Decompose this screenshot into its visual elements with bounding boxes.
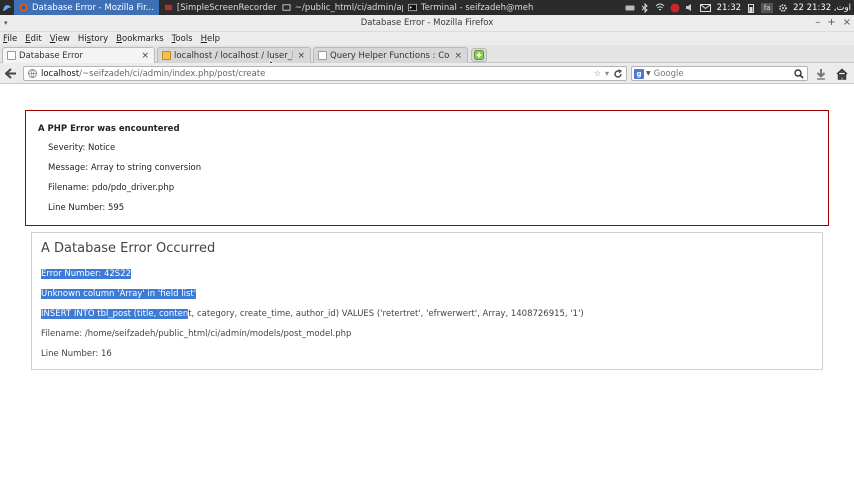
php-error-filename: Filename: pdo/pdo_driver.php bbox=[48, 183, 175, 193]
url-bar[interactable]: localhost/~seifzadeh/ci/admin/index.php/… bbox=[23, 66, 627, 81]
menu-tools[interactable]: Tools bbox=[172, 34, 193, 44]
record-icon[interactable] bbox=[670, 3, 680, 13]
window-title: Database Error - Mozilla Firefox bbox=[360, 18, 494, 28]
taskbar-item-firefox[interactable]: Database Error - Mozilla Fir... bbox=[14, 0, 159, 15]
search-bar[interactable]: g ▼ bbox=[631, 66, 808, 81]
menu-view[interactable]: View bbox=[50, 34, 70, 44]
page-icon bbox=[318, 51, 327, 60]
taskbar-item-label: ~/public_html/ci/admin/ap... bbox=[294, 2, 403, 13]
menu-bar: File Edit View History Bookmarks Tools H… bbox=[0, 32, 854, 45]
db-error-heading: A Database Error Occurred bbox=[41, 241, 216, 256]
taskbar-item-label: Terminal - seifzadeh@meh... bbox=[420, 2, 533, 13]
back-button[interactable] bbox=[4, 67, 18, 80]
home-button[interactable] bbox=[836, 68, 848, 80]
taskbar-item-screen-recorder[interactable]: [SimpleScreenRecorder] bbox=[159, 0, 277, 15]
window-menu-icon[interactable]: ▾ bbox=[4, 19, 8, 27]
tab-close-icon[interactable]: × bbox=[297, 51, 305, 61]
tab-strip: Database Error × localhost / localhost /… bbox=[0, 45, 854, 72]
db-error-filename: Filename: /home/seifzadeh/public_html/ci… bbox=[41, 329, 352, 339]
battery-icon[interactable] bbox=[746, 3, 756, 13]
taskbar-item-terminal[interactable]: Terminal - seifzadeh@meh... bbox=[403, 0, 533, 15]
tab-label: Database Error bbox=[19, 50, 83, 61]
google-engine-icon[interactable]: g bbox=[634, 68, 644, 79]
tab-phpmyadmin[interactable]: localhost / localhost / luser_blog... × bbox=[157, 47, 311, 63]
search-input[interactable] bbox=[653, 68, 784, 79]
minimize-icon[interactable]: – bbox=[815, 17, 820, 28]
mail-icon[interactable] bbox=[700, 3, 712, 13]
tab-query-helper[interactable]: Query Helper Functions : CodeI... × bbox=[313, 47, 468, 63]
keyboard-layout[interactable]: fa bbox=[761, 2, 774, 13]
php-error-line: Line Number: 595 bbox=[48, 203, 125, 213]
page-content: A PHP Error was encountered Severity: No… bbox=[0, 85, 854, 480]
taskbar-item-label: Database Error - Mozilla Fir... bbox=[32, 2, 154, 13]
database-error-box: A Database Error Occurred Error Number: … bbox=[31, 232, 823, 370]
menu-file[interactable]: File bbox=[3, 34, 17, 44]
phpmyadmin-icon bbox=[162, 51, 171, 60]
url-host: localhost bbox=[41, 68, 80, 79]
wifi-icon[interactable] bbox=[655, 3, 665, 13]
site-identity-icon bbox=[28, 69, 37, 78]
settings-gear-icon[interactable] bbox=[778, 3, 788, 13]
db-error-unknown-column: Unknown column 'Array' in 'field list' bbox=[41, 289, 197, 299]
date-time[interactable]: 22 اوت, 21:32 bbox=[793, 3, 851, 13]
taskbar-item-label: [SimpleScreenRecorder] bbox=[176, 2, 277, 13]
app-menu-icon[interactable] bbox=[0, 0, 14, 15]
search-icon bbox=[794, 68, 804, 79]
firefox-icon bbox=[19, 3, 28, 12]
php-error-message: Message: Array to string conversion bbox=[48, 163, 202, 173]
download-arrow-icon bbox=[816, 69, 826, 80]
php-error-box: A PHP Error was encountered Severity: No… bbox=[25, 110, 829, 226]
plus-icon bbox=[474, 50, 484, 60]
menu-history[interactable]: History bbox=[78, 34, 108, 44]
php-error-severity: Severity: Notice bbox=[48, 143, 116, 153]
window-controls: – + × bbox=[815, 17, 851, 28]
back-arrow-icon bbox=[5, 68, 16, 79]
terminal-icon bbox=[407, 3, 417, 12]
reload-icon[interactable] bbox=[613, 68, 623, 79]
clock[interactable]: 21:32 bbox=[717, 3, 742, 13]
menu-edit[interactable]: Edit bbox=[25, 34, 41, 44]
downloads-button[interactable] bbox=[815, 68, 827, 80]
recorder-icon bbox=[164, 4, 173, 11]
tab-label: Query Helper Functions : CodeI... bbox=[330, 50, 450, 61]
bookmark-star-icon[interactable]: ☆ bbox=[594, 69, 601, 78]
menu-help[interactable]: Help bbox=[201, 34, 220, 44]
db-error-line: Line Number: 16 bbox=[41, 349, 112, 359]
taskbar-item-file-manager[interactable]: ~/public_html/ci/admin/ap... bbox=[277, 0, 403, 15]
new-tab-button[interactable] bbox=[471, 48, 487, 62]
folder-icon bbox=[282, 4, 291, 11]
url-path: /~seifzadeh/ci/admin/index.php/post/crea… bbox=[79, 68, 266, 79]
page-icon bbox=[7, 51, 16, 60]
db-error-query-rest: t, category, create_time, author_id) VAL… bbox=[188, 309, 584, 319]
system-taskbar: Database Error - Mozilla Fir... [SimpleS… bbox=[0, 0, 854, 15]
db-error-number: Error Number: 42S22 bbox=[41, 269, 132, 279]
home-icon bbox=[836, 68, 848, 80]
db-error-query-selected: INSERT INTO tbl_post (title, conten bbox=[41, 309, 189, 319]
menu-bookmarks[interactable]: Bookmarks bbox=[116, 34, 164, 44]
maximize-icon[interactable]: + bbox=[827, 17, 835, 28]
system-tray: 21:32 fa 22 اوت, 21:32 bbox=[625, 0, 854, 15]
bluetooth-icon[interactable] bbox=[640, 2, 650, 13]
php-error-heading: A PHP Error was encountered bbox=[38, 124, 180, 134]
tab-close-icon[interactable]: × bbox=[454, 51, 462, 61]
navigation-toolbar: localhost/~seifzadeh/ci/admin/index.php/… bbox=[0, 63, 854, 84]
tab-close-icon[interactable]: × bbox=[141, 51, 149, 61]
engine-dropdown-icon[interactable]: ▼ bbox=[646, 70, 651, 77]
close-window-icon[interactable]: × bbox=[843, 17, 851, 28]
drive-icon[interactable] bbox=[625, 3, 635, 13]
url-dropdown-icon[interactable]: ▾ bbox=[605, 69, 609, 78]
search-go-button[interactable] bbox=[794, 68, 807, 79]
window-titlebar: ▾ Database Error - Mozilla Firefox – + × bbox=[0, 15, 854, 32]
db-error-query: INSERT INTO tbl_post (title, content, ca… bbox=[41, 309, 822, 319]
volume-icon[interactable] bbox=[685, 3, 695, 13]
tab-database-error[interactable]: Database Error × bbox=[2, 47, 155, 63]
